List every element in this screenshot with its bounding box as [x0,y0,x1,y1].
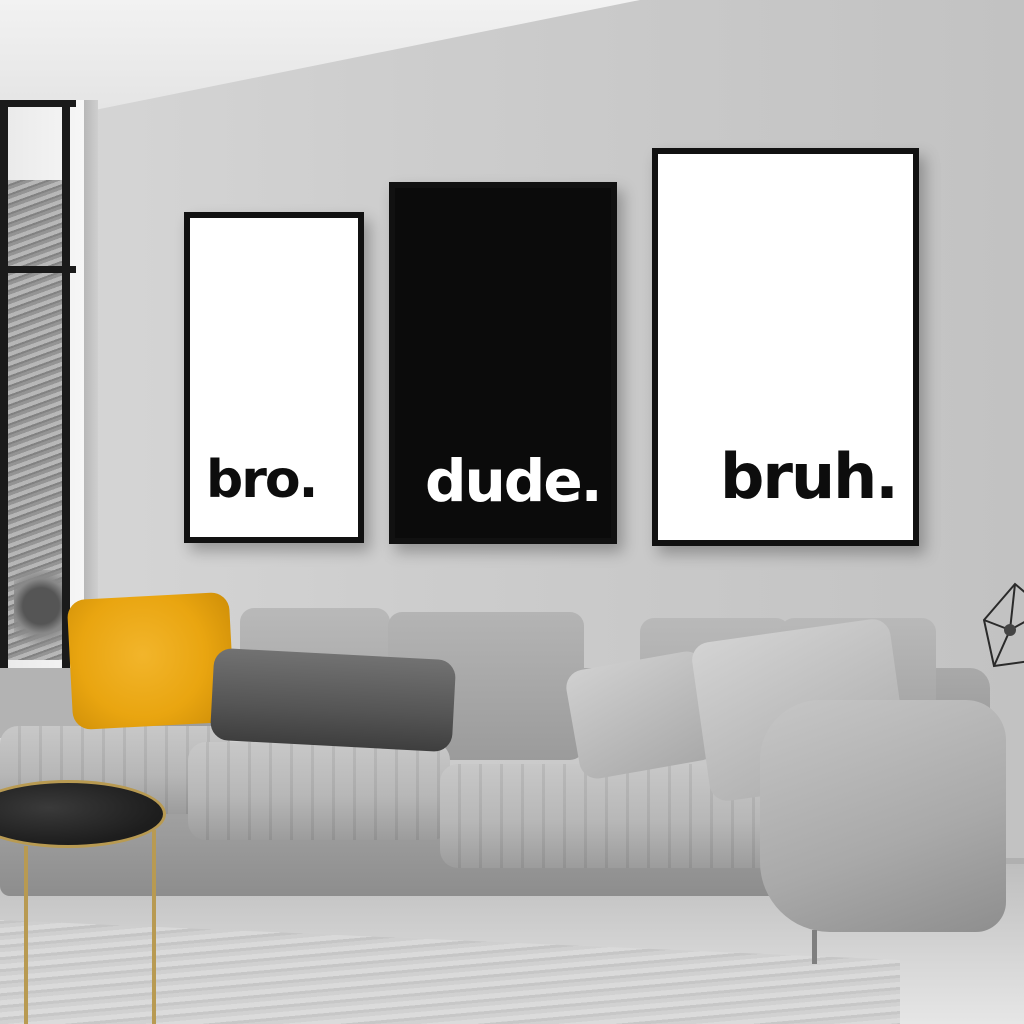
poster-bro: bro. [184,212,364,543]
poster-bro-text: bro. [206,450,318,510]
coffee-table-leg [152,830,156,1024]
living-room-scene: bro. dude. bruh. [0,0,1024,1024]
sofa-leg [812,930,817,964]
window-mullion [62,100,70,670]
poster-bruh: bruh. [652,148,919,546]
window-plant [14,570,68,660]
sofa-seat-cushion [188,742,450,840]
dark-grey-pillow [209,647,457,753]
window-frame-left [0,100,8,670]
window-frame-top [0,100,76,107]
coffee-table-leg [24,846,28,1024]
sofa-right-arm [760,700,1006,932]
yellow-pillow [66,591,236,731]
window-transom [0,266,76,273]
poster-dude: dude. [389,182,617,544]
ceiling [0,0,1024,115]
poster-dude-text: dude. [425,447,603,515]
wall-corner [84,100,98,680]
poster-bruh-text: bruh. [720,440,899,513]
wire-lamp-icon [982,582,1024,668]
